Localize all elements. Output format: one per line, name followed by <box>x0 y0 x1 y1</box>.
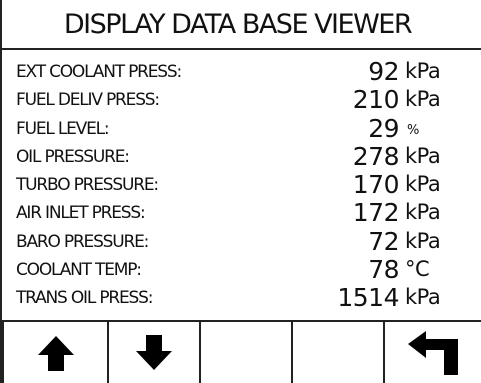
list-item: FUEL LEVEL: 29 % <box>2 113 481 143</box>
title-bar: DISPLAY DATA BASE VIEWER <box>2 0 481 48</box>
parameter-unit: kPa <box>405 172 441 197</box>
parameter-unit: kPa <box>405 200 441 225</box>
arrow-down-icon <box>136 334 172 370</box>
parameter-value: 92 <box>368 57 399 86</box>
scroll-up-button[interactable] <box>2 322 109 383</box>
parameter-label: AIR INLET PRESS: <box>16 203 146 224</box>
list-item: AIR INLET PRESS: 172 kPa <box>2 198 481 228</box>
parameter-value: 210 <box>352 85 400 115</box>
parameter-value: 170 <box>352 170 400 200</box>
parameter-unit: kPa <box>405 143 441 168</box>
parameter-label: OIL PRESSURE: <box>16 146 130 167</box>
parameter-unit: kPa <box>405 228 441 253</box>
scroll-down-button[interactable] <box>109 322 201 383</box>
parameter-label: TURBO PRESSURE: <box>16 175 159 196</box>
arrow-up-icon <box>37 335 74 371</box>
parameter-label: FUEL LEVEL: <box>16 118 110 139</box>
softkey-4-button[interactable] <box>293 322 385 383</box>
display-screen: DISPLAY DATA BASE VIEWER EXT COOLANT PRE… <box>0 0 481 383</box>
page-title: DISPLAY DATA BASE VIEWER <box>63 8 413 40</box>
list-item: TURBO PRESSURE: 170 kPa <box>2 170 481 200</box>
parameter-unit: kPa <box>405 87 441 112</box>
list-item: BARO PRESSURE: 72 kPa <box>2 226 481 256</box>
list-item: TRANS OIL PRESS: 1514 kPa <box>2 283 481 313</box>
parameter-label: FUEL DELIV PRESS: <box>16 90 160 111</box>
parameter-unit: °C <box>405 257 430 282</box>
softkey-3-button[interactable] <box>201 322 293 383</box>
parameter-value: 72 <box>368 226 399 256</box>
list-item: EXT COOLANT PRESS: 92 kPa <box>2 57 481 86</box>
title-divider <box>2 48 481 50</box>
list-item: OIL PRESSURE: 278 kPa <box>2 141 481 171</box>
list-item: COOLANT TEMP: 78 °C <box>2 255 481 285</box>
list-item: FUEL DELIV PRESS: 210 kPa <box>2 85 481 115</box>
parameter-value: 78 <box>368 255 399 285</box>
parameter-value: 278 <box>352 141 400 171</box>
softkey-bar <box>2 320 481 383</box>
parameter-list: EXT COOLANT PRESS: 92 kPa FUEL DELIV PRE… <box>2 57 481 313</box>
parameter-unit: kPa <box>405 59 441 83</box>
parameter-label: TRANS OIL PRESS: <box>16 288 153 309</box>
return-arrow-icon <box>408 330 458 375</box>
parameter-label: BARO PRESSURE: <box>16 231 149 252</box>
parameter-unit: kPa <box>405 285 441 310</box>
parameter-label: EXT COOLANT PRESS: <box>16 62 182 82</box>
back-button[interactable] <box>385 322 481 383</box>
parameter-value: 1514 <box>337 283 399 313</box>
parameter-value: 172 <box>352 198 400 228</box>
parameter-label: COOLANT TEMP: <box>16 260 142 281</box>
parameter-unit: % <box>407 122 419 138</box>
parameter-value: 29 <box>368 113 399 143</box>
